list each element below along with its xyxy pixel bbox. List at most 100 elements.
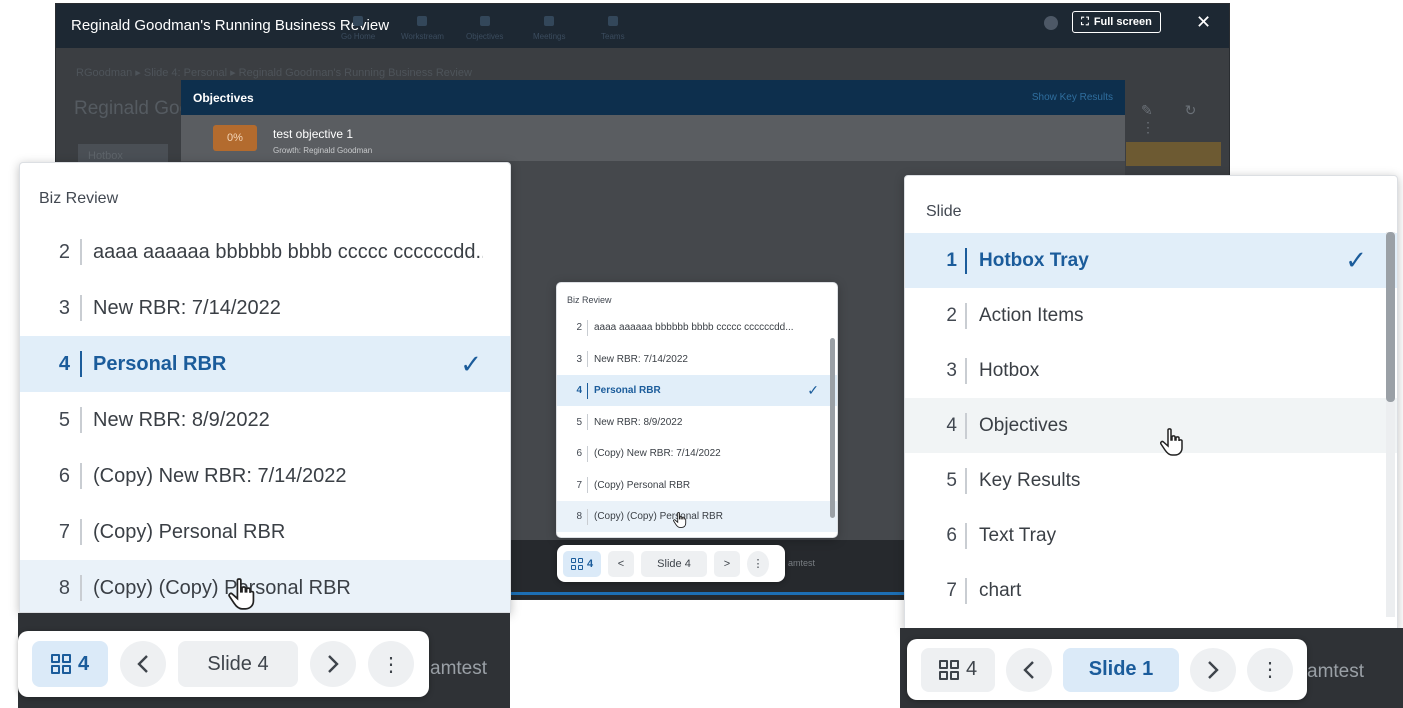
list-item[interactable]: 7 (Copy) Personal RBR (20, 504, 510, 560)
slide-grid-button[interactable]: 4 (921, 647, 995, 692)
slide-nav-toolbar: 4 Slide 1 ⋮ (907, 639, 1307, 700)
list-item-divider (80, 295, 82, 321)
dropdown-header: Biz Review (567, 295, 612, 305)
slide-label: Slide 4 (207, 652, 269, 675)
objective-subtitle: Growth: Reginald Goodman (273, 146, 373, 155)
list-item-divider (587, 382, 588, 399)
list-item[interactable]: 2 aaaa aaaaaa bbbbbb bbbb ccccc ccccccdd.… (20, 224, 510, 280)
scrollbar-thumb[interactable] (1386, 232, 1395, 402)
list-item-label: Key Results (979, 469, 1081, 491)
nav-ghost-objectives[interactable]: Objectives (466, 32, 503, 41)
next-slide-button[interactable] (310, 641, 356, 687)
slide-selector-button[interactable]: Slide 1 (1063, 647, 1179, 692)
slide-count: 4 (77, 652, 90, 675)
list-item[interactable]: 7 chart (905, 563, 1397, 618)
list-item-number: 8 (58, 576, 70, 599)
list-item-divider (965, 577, 967, 604)
list-item[interactable]: 5 New RBR: 8/9/2022 (20, 392, 510, 448)
breadcrumb: RGoodman ▸ Slide 4: Personal ▸ Reginald … (76, 67, 472, 79)
check-icon: ✓ (1345, 245, 1367, 275)
list-item-number: 3 (946, 359, 957, 381)
list-item-label: (Copy) Personal RBR (93, 520, 286, 543)
slide-selector-button[interactable]: Slide 4 (178, 641, 298, 687)
grid-icon (938, 659, 959, 680)
list-item-number: 2 (576, 322, 582, 333)
list-item[interactable]: 6 Text Tray (905, 508, 1397, 563)
more-options-button[interactable]: ⋮ (368, 641, 414, 687)
list-item-number: 7 (58, 520, 70, 543)
settings-icon[interactable] (1044, 16, 1058, 30)
show-key-results-link[interactable]: Show Key Results (1032, 92, 1113, 103)
fullscreen-button[interactable]: ⛶ Full screen (1072, 11, 1161, 33)
list-item-label: Personal RBR (594, 385, 661, 396)
list-item[interactable]: 6 (Copy) New RBR: 7/14/2022 (20, 448, 510, 504)
slide-grid-button[interactable]: 4 (32, 641, 108, 687)
list-item-number: 6 (576, 448, 582, 459)
list-item-number: 6 (58, 464, 70, 487)
list-item-label: Personal RBR (93, 352, 227, 375)
prev-slide-button[interactable] (1006, 647, 1052, 692)
list-item-number: 7 (946, 579, 957, 601)
list-item-number: 6 (946, 524, 957, 546)
objectives-modal-header: Objectives Show Key Results (181, 80, 1125, 115)
list-item-number: 4 (576, 385, 582, 396)
more-options-button[interactable]: ⋮ (1247, 647, 1293, 692)
prev-slide-button[interactable]: < (608, 550, 634, 577)
list-item[interactable]: 8 (Copy) (Copy) Personal RBR (557, 501, 837, 532)
list-item-divider (587, 508, 588, 525)
nav-ghost-workstream[interactable]: Workstream (401, 32, 444, 41)
ghost-user-label: amtest (1307, 661, 1365, 682)
header-tool-icons[interactable]: ✎ ↻ ⋮ (1141, 102, 1229, 136)
list-item-divider (587, 351, 588, 367)
slide-grid-button[interactable]: 4 (563, 550, 601, 577)
list-item[interactable]: 1 Hotbox Tray ✓ (905, 233, 1397, 288)
next-slide-button[interactable] (1190, 647, 1236, 692)
page-title: Reginald Goo (74, 98, 191, 119)
list-item-divider (587, 445, 588, 462)
list-item-divider (965, 302, 967, 329)
list-item-number: 4 (946, 414, 957, 436)
list-item[interactable]: 4 Objectives (905, 398, 1397, 453)
chevron-left-icon: < (617, 557, 625, 570)
chevron-left-icon (1023, 660, 1034, 679)
list-item-divider (965, 522, 967, 549)
list-item[interactable]: 3 Hotbox (905, 343, 1397, 398)
list-item-divider (80, 407, 82, 433)
nav-ghost-teams[interactable]: Teams (601, 32, 625, 41)
list-item[interactable]: 4 Personal RBR ✓ (20, 336, 510, 392)
scrollbar[interactable] (830, 338, 835, 518)
list-item[interactable]: 4 Personal RBR ✓ (557, 375, 837, 406)
chevron-right-icon (1208, 660, 1219, 679)
list-item[interactable]: 5 New RBR: 8/9/2022 (557, 407, 837, 438)
list-item-label: chart (979, 579, 1022, 601)
list-item-divider (965, 247, 967, 274)
list-item[interactable]: 5 Key Results (905, 453, 1397, 508)
nav-ghost-meetings[interactable]: Meetings (533, 32, 565, 41)
list-item[interactable]: 7 (Copy) Personal RBR (557, 470, 837, 501)
slide-count: 4 (586, 557, 594, 570)
list-item-number: 3 (58, 296, 70, 319)
objective-name[interactable]: test objective 1 (273, 127, 353, 141)
list-item[interactable]: 2 aaaa aaaaaa bbbbbb bbbb ccccc ccccccdd.… (557, 312, 837, 343)
check-icon: ✓ (460, 348, 482, 379)
list-item[interactable]: 3 New RBR: 7/14/2022 (20, 280, 510, 336)
list-item-label: (Copy) New RBR: 7/14/2022 (594, 448, 721, 459)
more-options-button[interactable]: ⋮ (747, 550, 769, 577)
list-item-number: 4 (58, 352, 70, 375)
list-item[interactable]: 6 (Copy) New RBR: 7/14/2022 (557, 438, 837, 469)
list-item[interactable]: 2 Action Items (905, 288, 1397, 343)
list-item-number: 5 (946, 469, 957, 491)
nav-ghost-home[interactable]: Go Home (341, 32, 375, 41)
list-item[interactable]: 3 New RBR: 7/14/2022 (557, 344, 837, 375)
close-icon[interactable]: ✕ (1196, 13, 1211, 31)
next-slide-button[interactable]: > (714, 550, 740, 577)
more-vertical-icon: ⋮ (381, 653, 401, 676)
list-item[interactable]: 8 (Copy) (Copy) Personal RBR (20, 560, 510, 612)
status-strip (1126, 142, 1221, 166)
prev-slide-button[interactable] (120, 641, 166, 687)
more-vertical-icon: ⋮ (752, 558, 764, 570)
list-item-divider (80, 575, 82, 601)
list-item-label: (Copy) (Copy) Personal RBR (93, 576, 351, 599)
ghost-user-label: amtest (430, 658, 488, 679)
slide-selector-button[interactable]: Slide 4 (641, 550, 707, 577)
